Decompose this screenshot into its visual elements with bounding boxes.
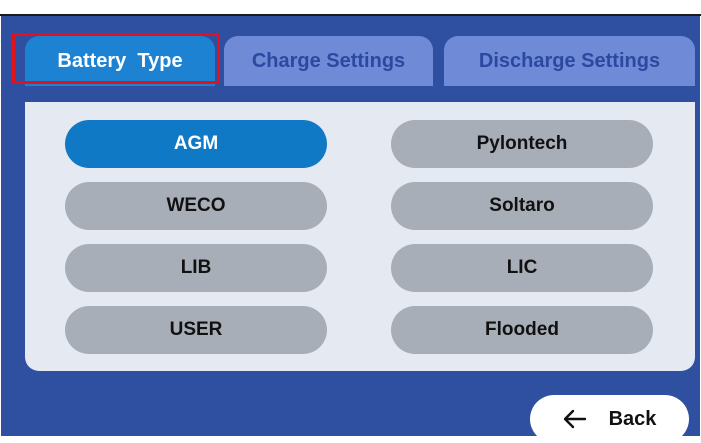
option-label: Flooded [485,319,559,340]
tab-discharge-settings[interactable]: Discharge Settings [444,36,695,86]
back-button-label: Back [608,407,657,430]
option-label: USER [169,319,223,340]
option-label: LIB [180,257,212,278]
option-label: Pylontech [476,133,568,154]
arrow-left-icon [563,409,586,429]
option-label: WECO [166,195,226,216]
option-lib-button[interactable]: LIB [65,244,327,292]
tab-battery-type[interactable]: Battery Type [25,36,215,86]
option-soltaro-button[interactable]: Soltaro [391,182,653,230]
tab-discharge-settings-label: Discharge Settings [478,49,661,72]
option-pylontech-button[interactable]: Pylontech [391,120,653,168]
option-user-button[interactable]: USER [65,306,327,354]
tab-charge-settings-label: Charge Settings [251,49,406,72]
device-frame: Battery Type Charge Settings Discharge S… [0,0,701,443]
option-flooded-button[interactable]: Flooded [391,306,653,354]
option-label: LIC [506,257,538,278]
option-weco-button[interactable]: WECO [65,182,327,230]
option-lic-button[interactable]: LIC [391,244,653,292]
option-agm-button[interactable]: AGM [65,120,327,168]
battery-settings-screen: Battery Type Charge Settings Discharge S… [1,16,700,443]
tab-battery-type-label: Battery Type [57,49,183,72]
tab-charge-settings[interactable]: Charge Settings [224,36,433,86]
option-label: Soltaro [489,195,555,216]
option-label: AGM [173,133,219,154]
